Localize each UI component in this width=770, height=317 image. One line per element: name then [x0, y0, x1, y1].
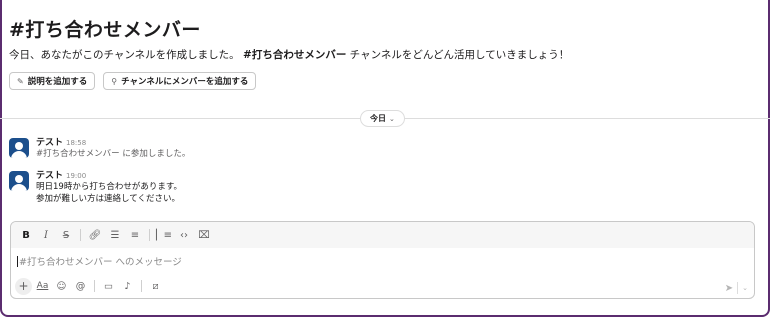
avatar[interactable]: [9, 138, 29, 158]
formatting-toggle-button[interactable]: Aa: [34, 278, 51, 295]
plus-icon[interactable]: +: [15, 277, 32, 295]
code-block-icon[interactable]: ⌧: [195, 226, 213, 244]
blockquote-icon[interactable]: ▏≡: [155, 226, 173, 244]
message-item: テスト 19:00 明日19時から打ち合わせがあります。 参加が難しい方は連絡して…: [9, 171, 182, 205]
message-composer: B I S̶ 🔗︎ ☰ ≡ ▏≡ ‹› ⌧ #打ち合わせメンバー へのメッセージ…: [10, 221, 755, 299]
mention-icon[interactable]: @: [72, 278, 89, 295]
toolbar-divider: [149, 229, 150, 241]
message-timestamp[interactable]: 18:58: [66, 139, 86, 147]
avatar[interactable]: [9, 171, 29, 191]
formatting-toolbar: B I S̶ 🔗︎ ☰ ≡ ▏≡ ‹› ⌧: [11, 222, 754, 248]
message-author[interactable]: テスト: [36, 171, 63, 181]
message-text: 明日19時から打ち合わせがあります。: [36, 182, 182, 192]
message-item: テスト 18:58 #打ち合わせメンバー に参加しました。: [9, 138, 190, 161]
slash-command-icon[interactable]: ⧄: [147, 278, 164, 295]
channel-intro: #打ち合わせメンバー 今日、あなたがこのチャンネルを作成しました。 #打ち合わせ…: [9, 18, 759, 90]
bulleted-list-icon[interactable]: ≡: [126, 226, 144, 244]
chevron-down-icon: ⌄: [389, 114, 395, 123]
message-text: 参加が難しい方は連絡してください。: [36, 193, 180, 204]
channel-intro-text: 今日、あなたがこのチャンネルを作成しました。 #打ち合わせメンバー チャンネルを…: [9, 49, 570, 61]
channel-title: #打ち合わせメンバー: [9, 19, 201, 41]
chevron-down-icon[interactable]: ⌄: [742, 284, 748, 292]
message-timestamp[interactable]: 19:00: [66, 172, 86, 180]
emoji-icon[interactable]: ☺: [53, 278, 70, 295]
toolbar-divider: [94, 280, 95, 292]
add-members-button[interactable]: ⚲ チャンネルにメンバーを追加する: [103, 72, 257, 90]
strikethrough-icon[interactable]: S̶: [57, 226, 75, 244]
send-icon[interactable]: ➤: [725, 283, 733, 294]
send-controls: ➤ ⌄: [725, 282, 748, 294]
code-icon[interactable]: ‹›: [175, 226, 193, 244]
italic-icon[interactable]: I: [37, 226, 55, 244]
date-divider-button[interactable]: 今日 ⌄: [360, 110, 405, 127]
microphone-icon[interactable]: ♪: [119, 278, 136, 295]
text-caret: [17, 255, 18, 267]
video-icon[interactable]: ▭: [100, 278, 117, 295]
send-divider: [737, 282, 739, 294]
bold-icon[interactable]: B: [17, 226, 35, 244]
message-text: #打ち合わせメンバー に参加しました。: [36, 149, 191, 159]
pencil-icon: ✎: [17, 76, 24, 86]
link-icon[interactable]: 🔗︎: [86, 226, 104, 244]
message-input[interactable]: #打ち合わせメンバー へのメッセージ: [11, 248, 754, 274]
message-author[interactable]: テスト: [36, 138, 63, 148]
toolbar-divider: [80, 229, 81, 241]
composer-actions: + Aa ☺ @ ▭ ♪ ⧄: [11, 274, 754, 298]
toolbar-divider: [141, 280, 142, 292]
ordered-list-icon[interactable]: ☰: [106, 226, 124, 244]
channel-intro-name: #打ち合わせメンバー: [243, 49, 347, 61]
add-description-button[interactable]: ✎ 説明を追加する: [9, 72, 96, 90]
person-icon: ⚲: [111, 76, 118, 86]
